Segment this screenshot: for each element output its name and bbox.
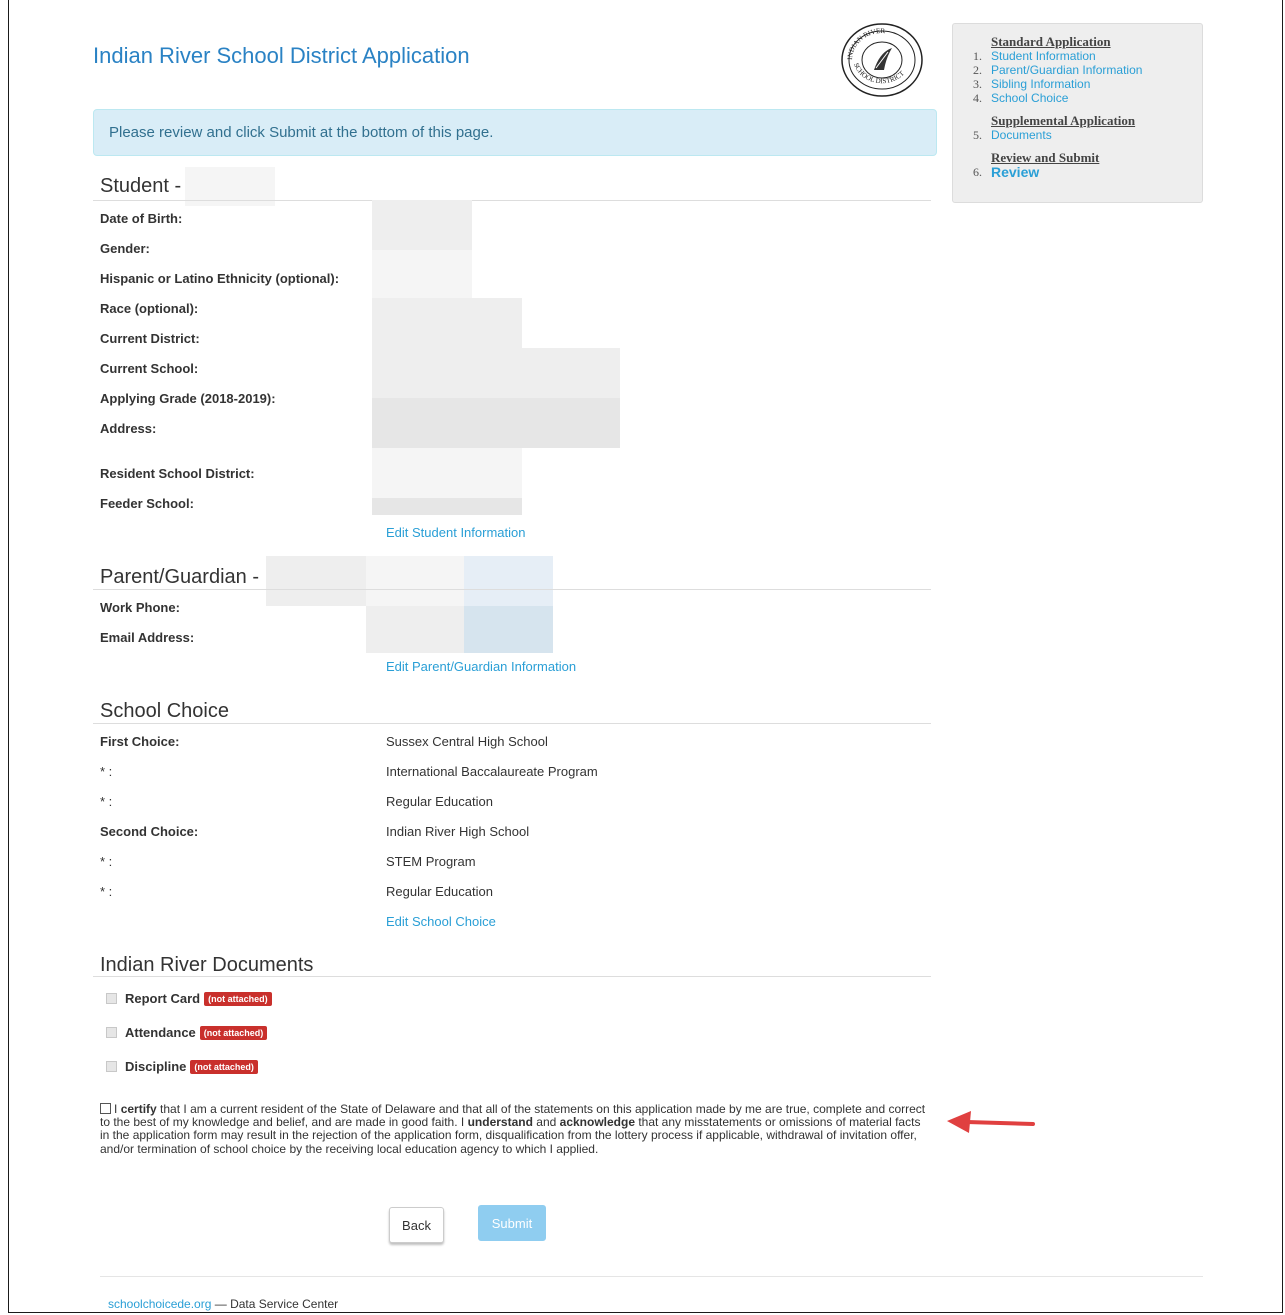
program-label: * : [100, 884, 113, 899]
dob-value-redacted [372, 200, 472, 250]
sidebar-item-student-information[interactable]: 1. Student Information [973, 49, 1202, 63]
email-address-label: Email Address: [100, 630, 195, 645]
sidebar-item-school-choice[interactable]: 4. School Choice [973, 91, 1202, 105]
school-choice-section-title: School Choice [100, 700, 229, 722]
not-attached-badge: (not attached) [204, 991, 272, 1006]
program-label: * : [100, 794, 113, 809]
divider [93, 200, 931, 201]
district-value-redacted [372, 298, 522, 348]
gender-label: Gender: [100, 241, 150, 256]
district-seal-logo: INDIAN RIVER SCHOOL DISTRICT [841, 23, 923, 97]
standard-application-heading: Standard Application [991, 34, 1111, 49]
second-choice-value: Indian River High School [386, 824, 530, 839]
parent-name-redacted [266, 556, 366, 606]
second-choice-label: Second Choice: [100, 824, 199, 839]
first-choice-program-value: International Baccalaureate Program [386, 764, 598, 779]
sidebar-item-review[interactable]: 6. Review [973, 165, 1202, 179]
not-attached-badge: (not attached) [190, 1059, 258, 1074]
current-district-label: Current District: [100, 331, 200, 346]
review-and-submit-heading: Review and Submit [991, 150, 1100, 165]
second-choice-program-value: STEM Program [386, 854, 476, 869]
footer: schoolchoicede.org — Data Service Center [108, 1297, 339, 1311]
resident-district-label: Resident School District: [100, 466, 255, 481]
email-value-redacted [366, 606, 464, 653]
first-choice-program-2-value: Regular Education [386, 794, 493, 809]
back-button[interactable]: Back [389, 1207, 444, 1243]
parent-section-title: Parent/Guardian - [100, 566, 259, 588]
edit-parent-guardian-information-link[interactable]: Edit Parent/Guardian Information [386, 659, 576, 674]
sidebar-item-parent-guardian-information[interactable]: 2. Parent/Guardian Information [973, 63, 1202, 77]
school-value-redacted [372, 348, 620, 398]
divider [93, 589, 931, 590]
first-choice-value: Sussex Central High School [386, 734, 548, 749]
parent-name-redacted-2 [366, 556, 464, 606]
document-report-card: Report Card (not attached) [106, 991, 272, 1006]
work-phone-label: Work Phone: [100, 600, 180, 615]
dob-label: Date of Birth: [100, 211, 183, 226]
review-alert: Please review and click Submit at the bo… [93, 109, 937, 156]
email-value-redacted-2 [464, 606, 553, 653]
ethnicity-label: Hispanic or Latino Ethnicity (optional): [100, 271, 340, 286]
edit-student-information-link[interactable]: Edit Student Information [386, 525, 525, 540]
feeder-school-value-redacted [372, 498, 522, 515]
first-choice-label: First Choice: [100, 734, 180, 749]
certify-checkbox[interactable] [100, 1103, 111, 1114]
supplemental-application-heading: Supplemental Application [991, 113, 1136, 128]
program-label: * : [100, 854, 113, 869]
address-value-redacted [372, 398, 620, 448]
divider [93, 723, 931, 724]
sidebar-item-documents[interactable]: 5. Documents [973, 128, 1202, 142]
address-label: Address: [100, 421, 157, 436]
ethnicity-value-redacted [372, 250, 472, 298]
parent-name-redacted-3 [464, 556, 553, 606]
document-checkbox [106, 1027, 117, 1038]
progress-sidebar: Standard Application 1. Student Informati… [952, 23, 1203, 203]
current-school-label: Current School: [100, 361, 199, 376]
divider [93, 976, 931, 977]
submit-button[interactable]: Submit [478, 1205, 546, 1241]
document-checkbox [106, 1061, 117, 1072]
documents-section-title: Indian River Documents [100, 954, 314, 976]
resident-district-value-redacted [372, 448, 522, 498]
arrow-left-icon [947, 1111, 1035, 1133]
document-discipline: Discipline (not attached) [106, 1059, 258, 1074]
not-attached-badge: (not attached) [199, 1025, 268, 1040]
footer-link[interactable]: schoolchoicede.org [108, 1297, 211, 1311]
edit-school-choice-link[interactable]: Edit School Choice [386, 914, 496, 929]
feeder-school-label: Feeder School: [100, 496, 194, 511]
document-attendance: Attendance (not attached) [106, 1025, 268, 1040]
program-label: * : [100, 764, 113, 779]
applying-grade-label: Applying Grade (2018-2019): [100, 391, 276, 406]
certification-statement: I certify that I am a current resident o… [100, 1102, 926, 1156]
race-label: Race (optional): [100, 301, 199, 316]
document-checkbox [106, 993, 117, 1004]
sidebar-item-sibling-information[interactable]: 3. Sibling Information [973, 77, 1202, 91]
footer-divider [100, 1276, 1203, 1277]
page-title: Indian River School District Application [93, 43, 470, 68]
second-choice-program-2-value: Regular Education [386, 884, 493, 899]
student-section-title: Student - [100, 175, 182, 197]
